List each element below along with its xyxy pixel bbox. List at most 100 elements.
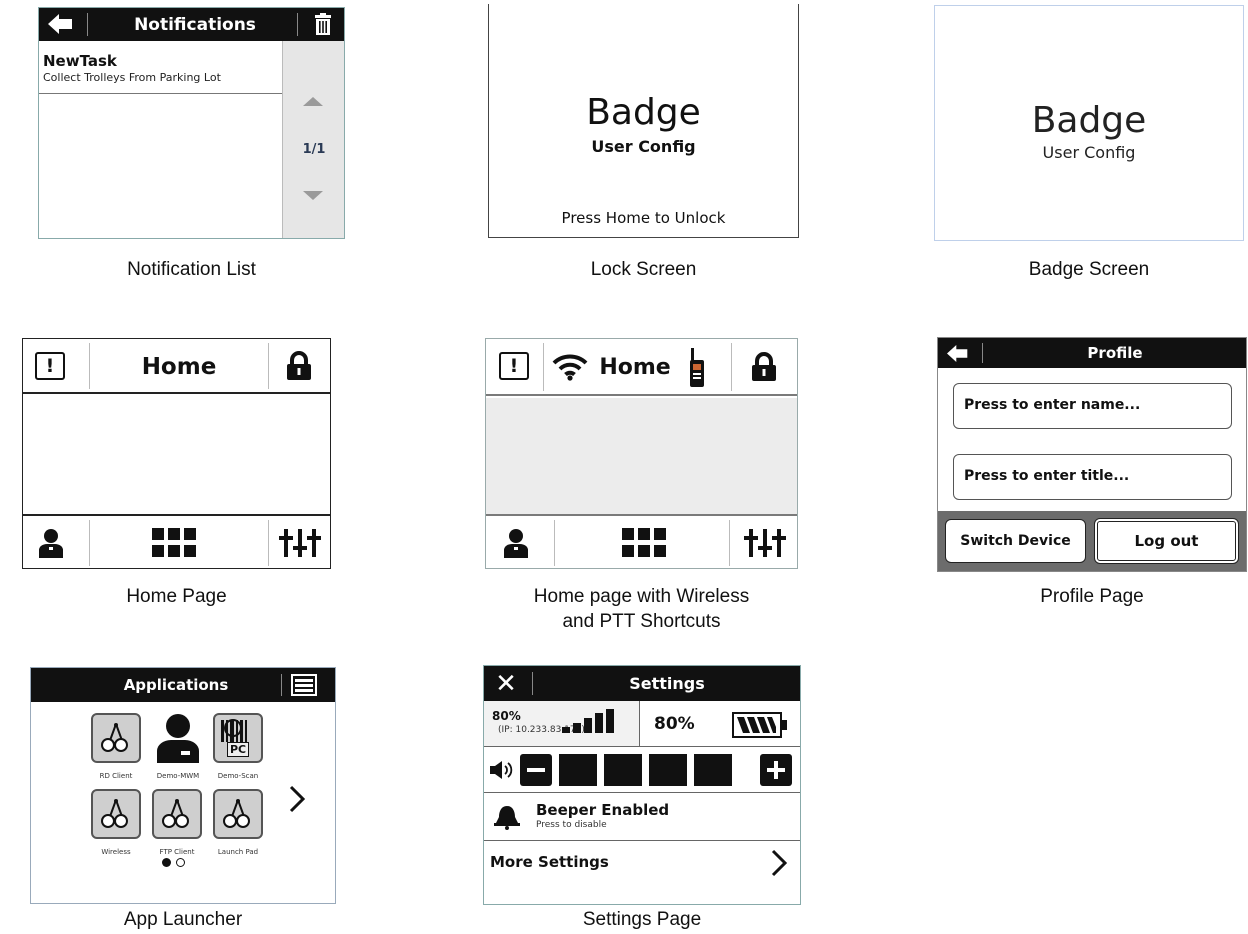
footer-divider [554, 520, 555, 566]
badge-title: Badge [1031, 99, 1147, 141]
page-title: Settings [629, 674, 705, 693]
wireless-app-icon[interactable] [91, 789, 141, 839]
app-label: RD Client [99, 772, 133, 780]
home-footer [486, 514, 797, 568]
volume-up-button[interactable] [760, 754, 792, 786]
caption: Badge Screen [1028, 259, 1150, 280]
wifi-percent: 80% [492, 709, 521, 723]
home-footer [23, 514, 330, 568]
bell-icon [494, 804, 520, 830]
beeper-toggle-row[interactable]: Beeper Enabled Press to disable [484, 793, 800, 841]
alert-icon[interactable]: ! [499, 352, 529, 380]
close-icon[interactable]: ✕ [488, 666, 524, 701]
notification-item-text: Collect Trolleys From Parking Lot [43, 71, 221, 84]
app-label: FTP Client [159, 848, 195, 856]
demo-mwm-app-icon[interactable] [153, 712, 203, 764]
more-settings-row[interactable]: More Settings [484, 841, 800, 884]
profile-icon[interactable] [498, 524, 534, 562]
scroll-down-icon[interactable] [303, 191, 323, 200]
launcher-header: Applications [31, 668, 335, 702]
page-title: Notifications [134, 14, 256, 35]
header-divider [297, 13, 298, 36]
header-divider [543, 343, 544, 391]
lock-screen: Badge User Config Press Home to Unlock [488, 4, 799, 238]
apps-grid-icon[interactable] [151, 527, 197, 559]
volume-row [484, 747, 800, 793]
logout-button[interactable]: Log out [1094, 518, 1239, 564]
launch-pad-app-icon[interactable] [213, 789, 263, 839]
switch-device-button[interactable]: Switch Device [945, 519, 1086, 563]
volume-down-button[interactable] [520, 754, 552, 786]
wifi-icon[interactable] [550, 351, 590, 383]
caption: Settings Page [582, 909, 702, 930]
beeper-title: Beeper Enabled [536, 801, 670, 819]
caption-line-2: and PTT Shortcuts [562, 611, 721, 632]
battery-icon [732, 712, 788, 738]
profile-icon[interactable] [33, 524, 69, 562]
demo-scan-app-icon[interactable]: PC [213, 713, 263, 763]
app-label: Demo-Scan [217, 772, 259, 780]
menu-icon[interactable] [291, 674, 317, 696]
scroll-up-icon[interactable] [303, 97, 323, 106]
header-divider [731, 343, 732, 391]
home-header: ! Home [23, 339, 330, 394]
settings-header: ✕ Settings [484, 666, 800, 701]
caption: Profile Page [1040, 586, 1144, 607]
home-header: ! Home [486, 339, 797, 396]
app-label: Launch Pad [217, 848, 259, 856]
badge-subtitle: User Config [1042, 142, 1136, 162]
title-field[interactable]: Press to enter title... [953, 454, 1232, 500]
home-page-screen: ! Home [22, 338, 331, 569]
battery-status-tile[interactable]: 80% [640, 701, 800, 747]
wifi-status-tile[interactable]: 80% (IP: 10.233.83.177) [484, 701, 640, 747]
lock-icon[interactable] [279, 349, 319, 383]
home-content-area [486, 398, 797, 514]
volume-level-block[interactable] [694, 754, 732, 786]
caption: Lock Screen [590, 259, 697, 280]
badge-title: Badge [586, 91, 701, 133]
volume-level-block[interactable] [559, 754, 597, 786]
alert-icon[interactable]: ! [35, 352, 65, 380]
notification-item[interactable]: NewTask Collect Trolleys From Parking Lo… [39, 41, 282, 94]
page-title: Home [141, 353, 217, 380]
home-wireless-screen: ! Home [485, 338, 798, 569]
caption-line-1: Home page with Wireless [533, 586, 750, 607]
unlock-hint: Press Home to Unlock [561, 209, 726, 227]
sliders-icon[interactable] [277, 526, 323, 560]
badge-subtitle: User Config [591, 136, 696, 156]
name-field[interactable]: Press to enter name... [953, 383, 1232, 429]
ptt-radio-icon[interactable] [686, 346, 708, 390]
battery-percent: 80% [654, 714, 695, 734]
page-indicator: 1/1 [302, 141, 326, 157]
footer-divider [729, 520, 730, 566]
notification-list-screen: Notifications NewTask Collect Trolleys F… [38, 7, 345, 239]
volume-level-block[interactable] [649, 754, 687, 786]
page-dot-inactive [176, 858, 185, 867]
header-divider [87, 13, 88, 36]
lock-icon[interactable] [744, 350, 784, 384]
signal-bars-icon [562, 709, 616, 733]
ftp-client-app-icon[interactable] [152, 789, 202, 839]
scroll-panel: 1/1 [282, 41, 344, 238]
profile-page-screen: Profile Press to enter name... Press to … [937, 337, 1247, 572]
sliders-icon[interactable] [742, 526, 788, 560]
page-title: Home [599, 355, 671, 380]
pc-label: PC [227, 742, 250, 757]
footer-divider [268, 520, 269, 566]
app-label: Wireless [101, 848, 131, 856]
back-icon[interactable] [942, 340, 974, 366]
profile-button-bar: Switch Device Log out [938, 511, 1246, 571]
next-page-chevron-icon[interactable] [287, 784, 311, 814]
header-divider [982, 343, 983, 363]
volume-level-block[interactable] [604, 754, 642, 786]
rd-client-app-icon[interactable] [91, 713, 141, 763]
back-icon[interactable] [43, 10, 79, 38]
trash-icon[interactable] [305, 10, 341, 38]
footer-divider [89, 520, 90, 566]
notification-item-title: NewTask [43, 52, 117, 70]
header-divider [281, 674, 282, 696]
speaker-icon [490, 759, 516, 781]
header-divider [89, 343, 90, 389]
apps-grid-icon[interactable] [621, 527, 667, 559]
page-dot-active [162, 858, 171, 867]
